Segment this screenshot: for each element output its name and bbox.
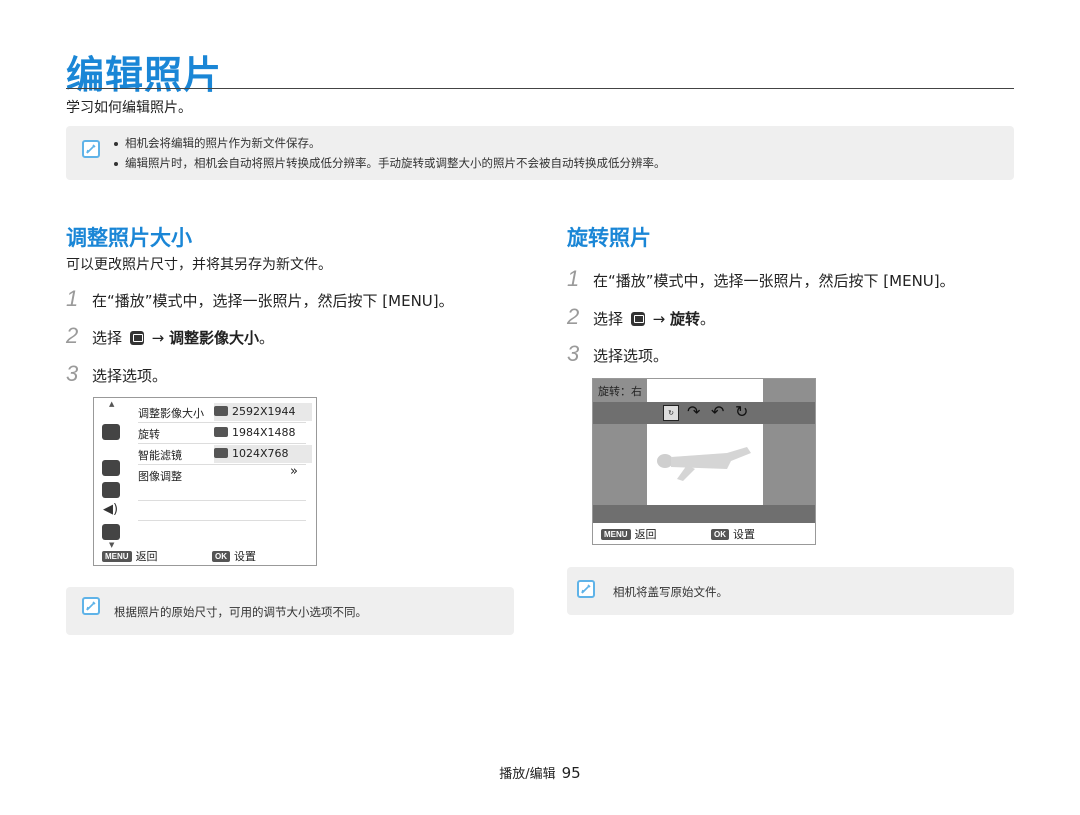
page-subtitle: 学习如何编辑照片。 bbox=[66, 100, 192, 116]
camera-screen-resize: ▲ ◀) ▼ 调整影像大小 旋转 智能滤镜 图像调整 » 2592X1944 1… bbox=[93, 397, 317, 566]
edit-menu-icon bbox=[630, 312, 645, 326]
note-icon bbox=[82, 597, 100, 615]
rotate-step-1: 1 在“播放”模式中，选择一张照片，然后按下 [MENU]。 bbox=[567, 266, 955, 291]
protect-icon bbox=[102, 482, 120, 498]
note-text: 根据照片的原始尺寸，可用的调节大小选项不同。 bbox=[114, 605, 367, 619]
rotate-step-2: 2 选择 → 旋转。 bbox=[567, 304, 715, 329]
rotate-right-icon[interactable]: ↷ bbox=[687, 402, 700, 421]
section-intro-resize: 可以更改照片尺寸，并将其另存为新文件。 bbox=[66, 257, 332, 273]
menu-divider bbox=[138, 464, 306, 465]
menu-divider bbox=[138, 500, 306, 501]
note-box-rotate: 相机将盖写原始文件。 bbox=[567, 567, 1014, 615]
note-box-general: 相机会将编辑的照片作为新文件保存。 编辑照片时，相机会自动将照片转换成低分辨率。… bbox=[66, 126, 1014, 180]
ok-key-icon: OK bbox=[711, 529, 729, 540]
section-heading-resize: 调整照片大小 bbox=[66, 226, 192, 250]
scroll-up-icon: ▲ bbox=[109, 400, 115, 408]
ok-key-icon: OK bbox=[212, 551, 230, 562]
note-icon bbox=[577, 580, 595, 598]
submenu-arrow-icon: » bbox=[290, 464, 298, 479]
resize-step-1: 1 在“播放”模式中，选择一张照片，然后按下 [MENU]。 bbox=[66, 286, 454, 311]
rotate-label: 旋转：右 bbox=[598, 385, 642, 398]
note-text: 相机将盖写原始文件。 bbox=[613, 585, 728, 599]
image-size-icon bbox=[214, 406, 228, 416]
page-title: 编辑照片 bbox=[66, 53, 223, 97]
image-size-icon bbox=[214, 448, 228, 458]
image-size-icon bbox=[214, 427, 228, 437]
rotate-left-icon[interactable]: ↶ bbox=[711, 402, 724, 421]
size-option[interactable]: 1984X1488 bbox=[214, 424, 312, 442]
title-divider bbox=[66, 88, 1014, 89]
menu-key-icon: MENU bbox=[102, 551, 132, 562]
menu-item-image-adjust[interactable]: 图像调整 bbox=[138, 468, 182, 484]
size-option[interactable]: 1024X768 bbox=[214, 445, 312, 463]
menu-item-rotate[interactable]: 旋转 bbox=[138, 426, 160, 442]
edit-menu-icon bbox=[102, 424, 120, 440]
ok-hint[interactable]: OK 设置 bbox=[212, 548, 256, 564]
footer-section: 播放/编辑 bbox=[499, 767, 556, 782]
page-footer: 播放/编辑 95 bbox=[0, 763, 1080, 782]
menu-item-resize[interactable]: 调整影像大小 bbox=[138, 405, 204, 421]
screen-bottom-bar: MENU 返回 OK 设置 bbox=[94, 545, 316, 565]
rotate-off-icon[interactable]: ↻ bbox=[663, 405, 679, 421]
resize-step-2: 2 选择 → 调整影像大小。 bbox=[66, 323, 274, 348]
ok-hint[interactable]: OK 设置 bbox=[711, 526, 755, 542]
note-item: 相机会将编辑的照片作为新文件保存。 bbox=[114, 135, 321, 151]
section-heading-rotate: 旋转照片 bbox=[567, 226, 651, 250]
note-item: 编辑照片时，相机会自动将照片转换成低分辨率。手动旋转或调整大小的照片不会被自动转… bbox=[114, 155, 666, 171]
rotation-options-bar: ↻ ↷ ↶ ↻ bbox=[593, 402, 815, 424]
slideshow-icon bbox=[102, 460, 120, 476]
screen-bottom-bar: MENU 返回 OK 设置 bbox=[593, 523, 815, 544]
rotate-step-3: 3 选择选项。 bbox=[567, 341, 669, 366]
size-option[interactable]: 2592X1944 bbox=[214, 403, 312, 421]
edit-menu-icon bbox=[129, 331, 144, 345]
menu-divider bbox=[138, 422, 306, 423]
back-hint[interactable]: MENU 返回 bbox=[102, 548, 158, 564]
screen-band bbox=[593, 505, 815, 523]
note-icon bbox=[82, 140, 100, 158]
note-box-resize: 根据照片的原始尺寸，可用的调节大小选项不同。 bbox=[66, 587, 514, 635]
volume-icon: ◀) bbox=[103, 502, 119, 517]
page-number: 95 bbox=[561, 764, 581, 782]
menu-item-smart-filter[interactable]: 智能滤镜 bbox=[138, 447, 182, 463]
settings-icon bbox=[102, 524, 120, 540]
menu-key-icon: MENU bbox=[601, 529, 631, 540]
camera-screen-rotate: ↻ ↷ ↶ ↻ 旋转：右 MENU 返回 OK 设置 bbox=[592, 378, 816, 545]
back-hint[interactable]: MENU 返回 bbox=[601, 526, 657, 542]
menu-divider bbox=[138, 520, 306, 521]
resize-step-3: 3 选择选项。 bbox=[66, 361, 168, 386]
menu-divider bbox=[138, 443, 306, 444]
rotate-180-icon[interactable]: ↻ bbox=[735, 402, 748, 421]
